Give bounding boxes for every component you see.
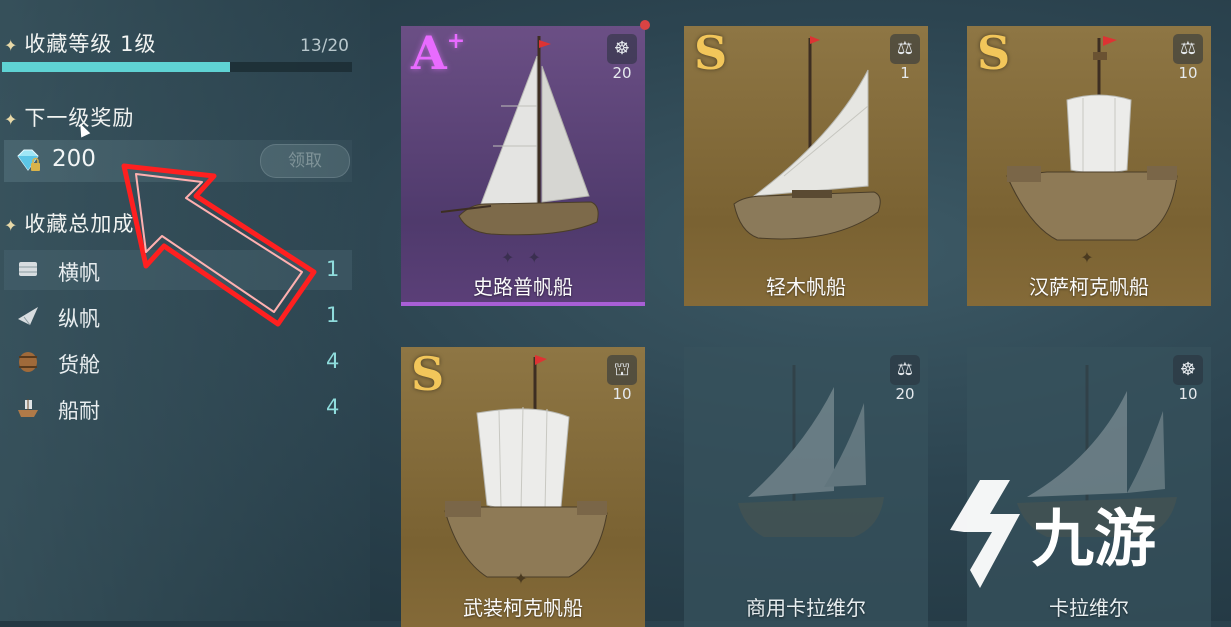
bonus-name: 船耐 [58, 399, 100, 423]
ship-card-4[interactable]: ⚖ 20 商用卡拉维尔 [684, 347, 928, 627]
ship-card-3[interactable]: S ⛫ 10 ✦ 武装柯克帆船 [401, 347, 645, 627]
ship-card-1[interactable]: S ⚖ 1 轻木帆船 [684, 26, 928, 306]
quality-stars: ✦ [514, 569, 532, 588]
notification-dot [640, 20, 650, 30]
collection-progress-bar [2, 62, 352, 72]
ship-name: 轻木帆船 [766, 275, 846, 299]
bonus-name: 横帆 [58, 261, 100, 285]
sparkle-icon: ✦ [4, 110, 19, 129]
reward-amount: 200 [52, 146, 96, 172]
quality-stars: ✦ ✦ [501, 248, 545, 267]
logo-text: 九游 [1032, 502, 1156, 575]
sparkle-icon: ✦ [4, 36, 19, 55]
ship-card-2[interactable]: S ⚖ 10 ✦ 汉萨柯克帆船 [967, 26, 1211, 306]
ship-name: 汉萨柯克帆船 [1029, 275, 1149, 299]
bonus-value: 1 [326, 257, 340, 281]
ship-name: 商用卡拉维尔 [746, 596, 866, 620]
bonus-value: 4 [326, 395, 340, 419]
square-sail-icon [19, 262, 37, 276]
jiuyou-logo: 九游 [950, 480, 1156, 588]
collection-progress-count: 13/20 [300, 36, 349, 56]
fore-aft-sail-icon [18, 307, 38, 326]
red-arrow-annotation [121, 163, 317, 327]
bonus-row-cargo: 货舱 4 [4, 342, 352, 382]
ship-card-0[interactable]: A+ ☸ 20 ✦ ✦ 史路普帆船 [401, 26, 645, 306]
bonus-value: 1 [326, 303, 340, 327]
total-bonus-title: ✦ 收藏总加成 [4, 212, 135, 236]
bonus-value: 4 [326, 349, 340, 373]
bonus-name: 纵帆 [58, 307, 100, 331]
collection-level-title: ✦ 收藏等级 1级 [4, 32, 157, 56]
bonus-row-hull: 船耐 4 [4, 388, 352, 428]
collection-progress-fill [2, 62, 230, 72]
quality-stars: ✦ [1080, 248, 1098, 267]
bonus-name: 货舱 [58, 353, 100, 377]
hull-ship-icon [18, 399, 38, 417]
ship-name: 史路普帆船 [473, 275, 573, 299]
sparkle-icon: ✦ [4, 216, 19, 235]
next-reward-title: ✦ 下一级奖励 [4, 106, 135, 130]
ship-name: 武装柯克帆船 [463, 596, 583, 620]
merchant-caravel-ship-image [738, 365, 884, 537]
light-wood-ship-image [733, 36, 881, 240]
cargo-barrel-icon [19, 352, 37, 372]
diamond-icon [17, 149, 40, 171]
